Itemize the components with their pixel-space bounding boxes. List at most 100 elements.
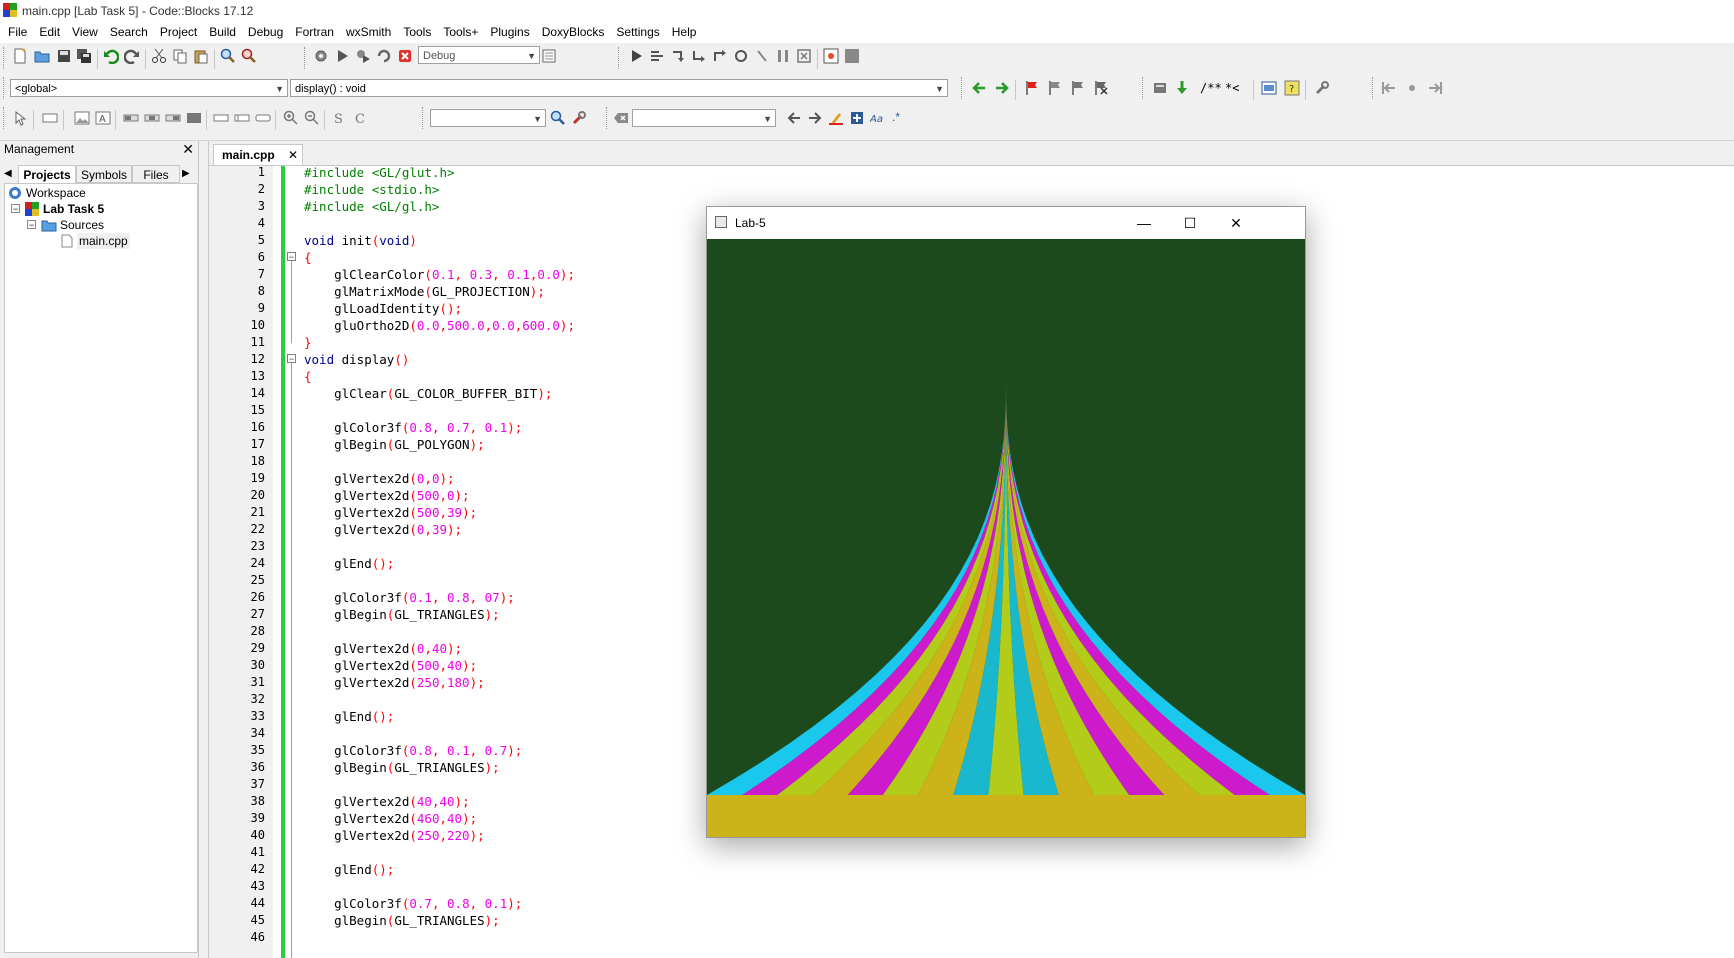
run-to-cursor-icon[interactable]: [649, 48, 665, 64]
fold-collapse-icon[interactable]: −: [287, 354, 296, 364]
new-file-icon[interactable]: [12, 48, 28, 64]
frame-b-icon[interactable]: [234, 110, 250, 126]
frame-a-icon[interactable]: [213, 110, 229, 126]
build-options-icon[interactable]: [541, 48, 557, 64]
jump-center-icon[interactable]: [1404, 80, 1420, 96]
frame-c-icon[interactable]: [255, 110, 271, 126]
fill-icon[interactable]: [186, 110, 202, 126]
menu-tools-plus[interactable]: Tools+: [437, 22, 484, 39]
menu-search[interactable]: Search: [104, 22, 154, 39]
function-select[interactable]: display() : void ▼: [290, 79, 948, 97]
jump-to-start-icon[interactable]: [1381, 80, 1397, 96]
toggle-bookmark-icon[interactable]: [1024, 80, 1040, 96]
tab-files[interactable]: Files: [132, 165, 180, 183]
highlight-icon[interactable]: [828, 110, 844, 126]
toolbar-grip[interactable]: [3, 107, 7, 129]
menu-doxyblocks[interactable]: DoxyBlocks: [536, 22, 611, 39]
doxygen-chm-icon[interactable]: ?: [1284, 80, 1300, 96]
previous-bookmark-icon[interactable]: [1047, 80, 1063, 96]
align-left-icon[interactable]: [123, 110, 139, 126]
align-right-icon[interactable]: [165, 110, 181, 126]
toolbar-grip[interactable]: [618, 47, 622, 69]
tab-projects[interactable]: Projects: [18, 165, 76, 183]
close-icon[interactable]: ✕: [1213, 207, 1259, 239]
collapse-icon[interactable]: −: [27, 220, 36, 230]
toolbar-grip[interactable]: [304, 47, 308, 69]
opengl-canvas[interactable]: [707, 239, 1305, 837]
editor-tab-main-cpp[interactable]: main.cpp ✕: [213, 144, 303, 165]
toolbar-grip[interactable]: [1372, 77, 1376, 99]
menu-file[interactable]: File: [0, 22, 33, 39]
maximize-icon[interactable]: ☐: [1167, 207, 1213, 239]
menu-project[interactable]: Project: [154, 22, 203, 39]
toolbar-grip[interactable]: [961, 77, 965, 99]
find-previous-icon[interactable]: [786, 110, 802, 126]
copy-icon[interactable]: [172, 48, 188, 64]
fold-collapse-icon[interactable]: −: [287, 252, 296, 262]
next-bookmark-icon[interactable]: [1070, 80, 1086, 96]
doxyblocks-wizard-icon[interactable]: [1152, 80, 1168, 96]
toolbar-grip[interactable]: [606, 107, 610, 129]
snap-icon[interactable]: S: [331, 110, 347, 126]
redo-icon[interactable]: [124, 48, 140, 64]
save-all-icon[interactable]: [76, 48, 92, 64]
run-icon[interactable]: [334, 48, 350, 64]
doxyblocks-extract-icon[interactable]: [1174, 80, 1190, 96]
pointer-tool-icon[interactable]: [12, 110, 28, 126]
tree-project[interactable]: Lab Task 5: [43, 201, 104, 217]
align-center-icon[interactable]: [144, 110, 160, 126]
step-into-icon[interactable]: [691, 48, 707, 64]
build-and-run-icon[interactable]: [355, 48, 371, 64]
menu-edit[interactable]: Edit: [33, 22, 66, 39]
tab-symbols[interactable]: Symbols: [76, 165, 132, 183]
lab-title-bar[interactable]: Lab-5 — ☐ ✕: [707, 207, 1305, 239]
rebuild-icon[interactable]: [376, 48, 392, 64]
debug-continue-icon[interactable]: [628, 48, 644, 64]
toolbar-grip[interactable]: [3, 47, 7, 69]
menu-wxsmith[interactable]: wxSmith: [340, 22, 397, 39]
doxygen-html-icon[interactable]: [1261, 80, 1277, 96]
replace-icon[interactable]: [241, 48, 257, 64]
build-gear-icon[interactable]: [313, 48, 329, 64]
menu-debug[interactable]: Debug: [242, 22, 289, 39]
doxy-block-comment-button[interactable]: /**: [1200, 81, 1222, 95]
menu-plugins[interactable]: Plugins: [484, 22, 535, 39]
search-go-icon[interactable]: [550, 110, 566, 126]
regex-input[interactable]: ▼: [632, 109, 776, 127]
tree-workspace[interactable]: Workspace: [26, 185, 86, 201]
jump-forward-icon[interactable]: [994, 80, 1010, 96]
match-case-icon[interactable]: Aa: [870, 110, 886, 126]
stop-debugger-icon[interactable]: [796, 48, 812, 64]
jump-to-end-icon[interactable]: [1427, 80, 1443, 96]
debug-windows-icon[interactable]: [823, 48, 839, 64]
shape-rectangle-icon[interactable]: [42, 110, 58, 126]
image-frame-icon[interactable]: [74, 110, 90, 126]
search-options-icon[interactable]: [571, 110, 587, 126]
toolbar-grip[interactable]: [3, 77, 7, 99]
close-icon[interactable]: ✕: [288, 145, 298, 165]
menu-view[interactable]: View: [66, 22, 104, 39]
tab-scroll-right-icon[interactable]: ▶: [182, 165, 190, 183]
step-out-icon[interactable]: [712, 48, 728, 64]
minimize-icon[interactable]: —: [1121, 207, 1167, 239]
clear-bookmarks-icon[interactable]: [1093, 80, 1109, 96]
doxy-line-comment-button[interactable]: *<: [1225, 81, 1239, 95]
tree-file[interactable]: main.cpp: [77, 233, 130, 249]
build-target-select[interactable]: Debug ▼: [418, 46, 540, 64]
doxyblocks-config-icon[interactable]: [1314, 80, 1330, 96]
pause-icon[interactable]: [775, 48, 791, 64]
undo-icon[interactable]: [103, 48, 119, 64]
scope-select[interactable]: <global> ▼: [10, 79, 288, 97]
close-icon[interactable]: ✕: [182, 141, 194, 157]
menu-tools[interactable]: Tools: [397, 22, 437, 39]
search-input[interactable]: ▼: [430, 109, 546, 127]
tab-scroll-left-icon[interactable]: ◀: [4, 165, 12, 183]
next-line-icon[interactable]: [670, 48, 686, 64]
collapse-icon[interactable]: −: [11, 204, 20, 214]
tree-folder[interactable]: Sources: [60, 217, 104, 233]
paste-icon[interactable]: [193, 48, 209, 64]
abort-icon[interactable]: [397, 48, 413, 64]
selected-text-icon[interactable]: [849, 110, 865, 126]
refresh-icon[interactable]: C: [352, 110, 368, 126]
cut-icon[interactable]: [151, 48, 167, 64]
